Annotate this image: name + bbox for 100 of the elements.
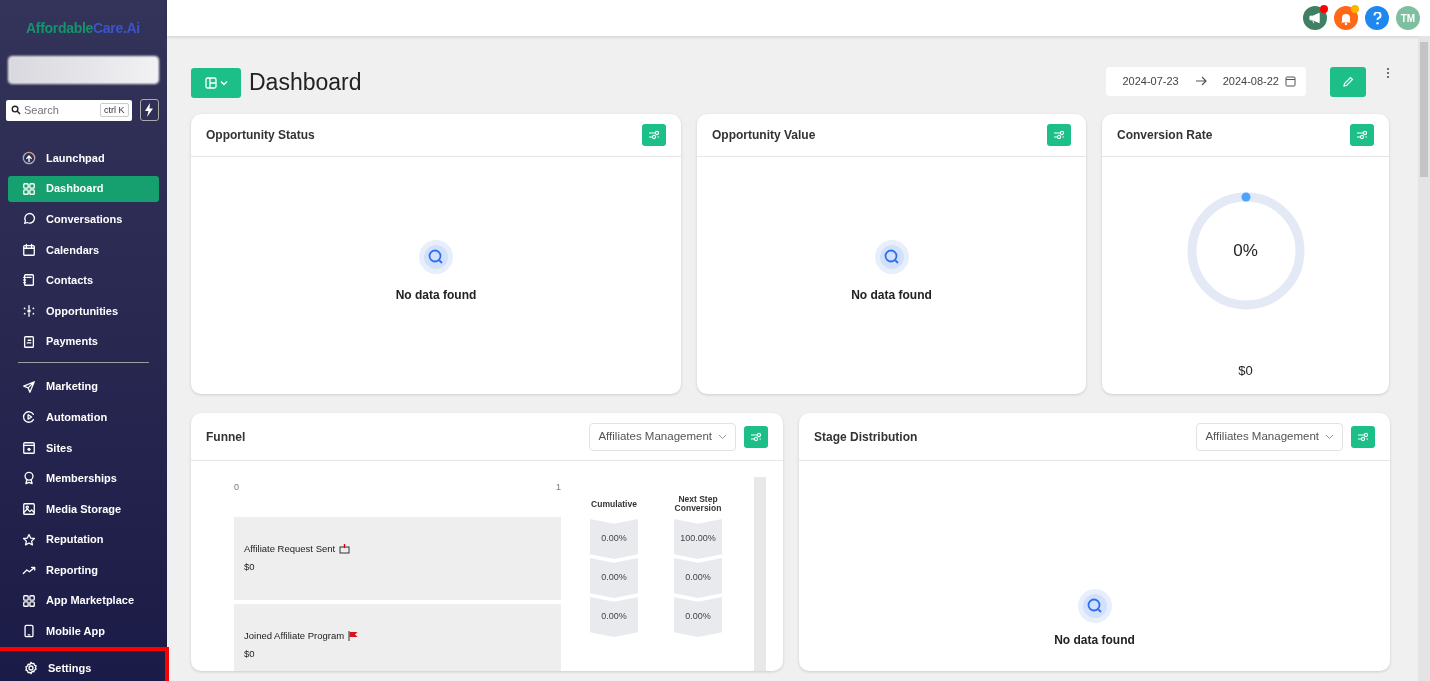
empty-message: No data found: [1054, 632, 1135, 649]
column-header: Cumulative: [591, 497, 637, 511]
sidebar-item[interactable]: Memberships: [8, 465, 159, 492]
pipeline-dropdown[interactable]: Affiliates Management: [1196, 422, 1343, 451]
axis-label: 0: [234, 481, 239, 494]
edit-button[interactable]: [1330, 66, 1366, 97]
amount-value: $0: [1238, 362, 1253, 380]
sliders-icon: [648, 130, 660, 140]
filter-button[interactable]: [642, 124, 666, 146]
rate-value: 0%: [1233, 240, 1258, 263]
layout-icon: [204, 77, 217, 89]
notification-dot: [1351, 5, 1359, 13]
sidebar-item[interactable]: Reputation: [8, 526, 159, 553]
caret-icon: [219, 80, 228, 86]
flag-icon: [348, 631, 359, 642]
sidebar-item[interactable]: Marketing: [8, 373, 159, 400]
sidebar-item[interactable]: Sites: [8, 434, 159, 461]
browser-window-icon: [22, 440, 36, 455]
filter-button[interactable]: [1047, 124, 1071, 146]
play-circle-icon: [22, 410, 36, 425]
pipeline-dropdown[interactable]: Affiliates Management: [589, 422, 736, 451]
sidebar-item[interactable]: Conversations: [8, 206, 159, 233]
caret-icon: [718, 433, 727, 440]
search-box[interactable]: Search ctrl K: [6, 99, 132, 121]
sidebar-item[interactable]: Calendars: [8, 236, 159, 263]
ribbon-icon: [22, 471, 36, 486]
axis-label: 1: [556, 481, 561, 494]
rocket-icon: [22, 151, 36, 165]
logo-text: AffordableCare.Ai: [26, 19, 141, 38]
empty-message: No data found: [395, 286, 477, 304]
conversion-chevron: 0.00%: [590, 597, 638, 637]
shortcut-hint: ctrl K: [100, 103, 129, 117]
stage-amount: $0: [244, 646, 256, 661]
sliders-icon: [1356, 130, 1368, 140]
calendar-icon: [1285, 75, 1296, 87]
column-header: Next Step Conversion: [673, 493, 723, 515]
filter-button[interactable]: [1350, 124, 1374, 146]
sidebar-item[interactable]: Contacts: [8, 267, 159, 294]
quick-action-button[interactable]: [139, 99, 159, 121]
bell-icon: [1340, 11, 1352, 25]
sidebar-item[interactable]: Opportunities: [8, 297, 159, 324]
page-title: Dashboard: [249, 69, 362, 97]
sidebar-item[interactable]: Media Storage: [8, 495, 159, 522]
caret-icon: [1325, 433, 1334, 440]
sidebar-item[interactable]: Mobile App: [8, 618, 159, 645]
sidebar-item[interactable]: Reporting: [8, 557, 159, 584]
grid-icon: [22, 181, 36, 196]
grid-icon: [22, 593, 36, 608]
layout-toggle-button[interactable]: [191, 68, 241, 98]
paper-plane-icon: [22, 379, 36, 394]
card-title: Conversion Rate: [1117, 127, 1213, 144]
empty-message: No data found: [851, 286, 932, 304]
arrow-right-icon: [1194, 76, 1207, 86]
card-title: Opportunity Value: [712, 127, 816, 144]
notification-dot: [1320, 5, 1328, 13]
stage-name: Affiliate Request Sent: [244, 542, 336, 557]
conversion-chevron: 0.00%: [590, 558, 638, 598]
stage-amount: $0: [244, 559, 256, 574]
sliders-icon: [750, 431, 762, 442]
search-icon: [419, 239, 453, 274]
conversion-chevron: 0.00%: [674, 597, 722, 637]
help-button[interactable]: [1365, 6, 1389, 30]
search-icon: [874, 239, 909, 274]
card-title: Opportunity Status: [206, 127, 315, 144]
conversion-chevron: 0.00%: [674, 558, 722, 598]
conversion-chevron: 100.00%: [674, 519, 722, 559]
search-icon: [11, 105, 21, 115]
filter-button[interactable]: [1351, 425, 1375, 448]
pencil-icon: [1342, 75, 1354, 88]
megaphone-icon: [1308, 12, 1322, 24]
sidebar-item[interactable]: Automation: [8, 404, 159, 431]
sliders-icon: [1357, 431, 1369, 442]
filter-button[interactable]: [744, 425, 768, 448]
search-icon: [1077, 589, 1112, 623]
image-icon: [22, 501, 36, 516]
card-title: Stage Distribution: [814, 428, 918, 446]
tray-icon: [339, 544, 351, 555]
notifications-button[interactable]: [1334, 6, 1358, 30]
card-title: Funnel: [206, 428, 246, 446]
announcements-button[interactable]: [1303, 6, 1327, 30]
date-range-picker[interactable]: 2024-07-23 2024-08-22: [1106, 66, 1306, 96]
sidebar-item[interactable]: Launchpad: [8, 145, 159, 171]
sidebar-item[interactable]: App Marketplace: [8, 587, 159, 614]
scrollbar[interactable]: [754, 477, 766, 671]
star-icon: [22, 532, 36, 547]
sliders-icon: [1053, 130, 1065, 140]
scrollbar-thumb[interactable]: [1420, 42, 1428, 177]
phone-icon: [22, 624, 36, 639]
conversion-chevron: 0.00%: [590, 519, 638, 559]
sidebar-item[interactable]: Settings: [8, 655, 159, 681]
calendar-icon: [22, 242, 36, 257]
sidebar-item[interactable]: Payments: [8, 328, 159, 355]
account-switcher[interactable]: [8, 56, 159, 84]
chat-bubble-icon: [22, 212, 36, 227]
address-book-icon: [22, 273, 36, 288]
stage-name: Joined Affiliate Program: [244, 629, 345, 644]
settings-icon: [24, 661, 38, 676]
receipt-icon: [22, 334, 36, 349]
nodes-icon: [22, 303, 36, 318]
question-mark-icon: [1372, 11, 1382, 25]
